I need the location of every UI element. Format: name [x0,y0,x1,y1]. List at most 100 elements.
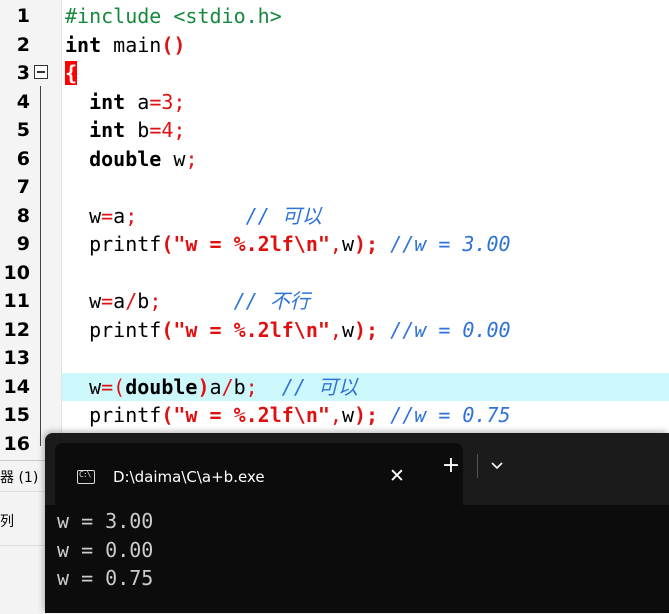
code-line-background [62,173,669,202]
line-number: 3 [16,62,30,84]
code-token: printf [65,317,162,342]
code-line[interactable]: 7 [0,173,669,202]
code-token: ) [197,374,210,399]
code-token: double [89,146,162,171]
code-token: ( [161,403,174,427]
code-token: , [329,232,342,256]
code-editor[interactable]: 1 #include <stdio.h> 2 int main() 3{4 int a=… [0,0,669,460]
terminal-tab[interactable]: C:\ D:\daima\C\a+b.exe ✕ [55,443,463,505]
code-line[interactable]: 4 int a=3; [0,88,669,117]
code-text: printf("w = %.2lf\n",w); //w = 3.00 [65,230,511,259]
code-token: #include <stdio.h> [65,4,282,28]
new-tab-button[interactable]: + [438,454,464,480]
code-token: int [89,118,126,142]
code-token: ); [354,403,379,427]
code-text: double w; [65,145,197,174]
code-token: = [101,289,114,313]
code-token: "w = %.2lf\n" [173,232,330,256]
code-line-background [62,344,669,373]
code-token: //w = 0.75 [390,403,511,427]
code-line[interactable]: 12 printf("w = %.2lf\n",w); //w = 0.00 [0,316,669,345]
code-token: //w = 0.00 [390,317,511,342]
code-token: ( [161,317,174,342]
code-token: ; [173,118,186,142]
code-text: int main() [65,31,185,60]
code-line[interactable]: 10 [0,259,669,288]
code-text: printf("w = %.2lf\n",w); //w = 0.00 [65,316,511,345]
code-token: ( [161,232,174,256]
line-number: 1 [16,5,30,27]
code-line-background [62,59,669,88]
code-token: a [125,89,150,114]
code-line[interactable]: 8 w=a; // 可以 [0,202,669,231]
code-text: w=a; // 可以 [65,202,322,231]
line-number: 6 [16,147,30,170]
tab-separator [477,454,478,478]
code-token: ; [125,203,138,228]
code-token: 3 [161,89,174,114]
line-number: 12 [3,318,30,341]
code-text: w=a/b; // 不行 [65,287,310,316]
terminal-window[interactable]: C:\ D:\daima\C\a+b.exe ✕ + w = 3.00 w = … [45,433,669,613]
side-panel-item[interactable]: 列 [0,511,14,531]
console-icon: C:\ [77,470,95,484]
code-token: "w = %.2lf\n" [173,317,330,342]
code-token: ; [185,146,198,171]
side-panel: 器 (1) 列 [0,460,46,614]
code-token: = [149,118,162,142]
code-token: a [113,289,126,313]
code-token: printf [65,403,162,427]
code-token: w [65,374,102,399]
code-line[interactable]: 9 printf("w = %.2lf\n",w); //w = 3.00 [0,230,669,259]
code-token: w [65,203,102,228]
side-panel-label[interactable]: 器 (1) [0,467,38,487]
fold-collapse-icon[interactable] [34,65,48,79]
code-token: //w = 3.00 [390,232,511,256]
code-text: int b=4; [65,116,185,145]
code-token: double [125,374,198,399]
close-tab-icon[interactable]: ✕ [385,464,409,488]
code-token: // 可以 [245,203,322,228]
code-line[interactable]: 5 int b=4; [0,116,669,145]
code-token: w [161,146,186,171]
line-number: 5 [16,119,30,141]
side-panel-divider [0,545,46,546]
code-line[interactable]: 6 double w; [0,145,669,174]
terminal-tab-bar: C:\ D:\daima\C\a+b.exe ✕ + [45,433,669,505]
code-token: printf [65,232,162,256]
chevron-down-icon[interactable] [486,455,508,477]
code-token: , [329,403,342,427]
output-line: w = 0.00 [57,537,154,562]
code-line[interactable]: 1 #include <stdio.h> [0,2,669,31]
code-token: w [65,289,102,313]
line-number: 14 [3,375,30,398]
code-token: , [329,317,342,342]
code-token: 4 [161,118,174,142]
code-line[interactable]: 13 [0,344,669,373]
code-token: { [65,61,78,85]
code-text: w=(double)a/b; // 可以 [65,373,358,402]
code-text: int a=3; [65,88,185,117]
line-number: 16 [3,432,30,455]
line-number: 15 [3,404,30,426]
code-line[interactable]: 2 int main() [0,31,669,60]
line-number: 8 [16,204,30,227]
code-line[interactable]: 11 w=a/b; // 不行 [0,287,669,316]
code-token: a [113,203,126,228]
code-line[interactable]: 14 w=(double)a/b; // 可以 [0,372,669,402]
code-token: ; [173,89,186,114]
code-line[interactable]: 3{ [0,59,669,88]
output-line: w = 0.75 [57,566,154,590]
code-text: #include <stdio.h> [65,2,282,31]
line-number: 10 [3,261,30,284]
code-line[interactable]: 15 printf("w = %.2lf\n",w); //w = 0.75 [0,401,669,430]
code-token: ); [354,232,379,256]
code-token: int [89,89,126,114]
side-panel-divider [0,491,46,492]
code-token: b [233,374,246,399]
code-token: () [161,32,186,57]
code-text: { [65,59,78,88]
